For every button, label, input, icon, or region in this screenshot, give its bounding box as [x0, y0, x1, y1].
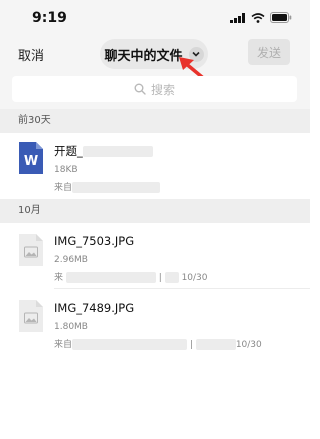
file-source-separator: | — [189, 340, 193, 350]
file-date: 10/30 — [181, 273, 208, 283]
file-source-prefix: 来自 — [54, 340, 73, 350]
send-button[interactable]: 发送 — [248, 39, 290, 65]
image-file-icon — [19, 300, 43, 332]
list-item[interactable]: W 开题_ 18KB 来自 — [0, 133, 310, 199]
redacted-text — [72, 339, 188, 350]
file-source: 来自 — [54, 180, 161, 193]
section-header-october: 10月 — [0, 199, 310, 223]
file-source-separator: | — [158, 273, 162, 283]
status-time: 9:19 — [32, 10, 67, 26]
nav-bar: 取消 聊天中的文件 发送 — [0, 34, 310, 76]
image-file-icon — [19, 234, 43, 266]
file-size: 1.80MB — [54, 322, 88, 332]
cancel-button[interactable]: 取消 — [18, 45, 44, 64]
redacted-text — [82, 146, 153, 157]
battery-icon — [270, 12, 292, 23]
file-name: IMG_7503.JPG — [54, 234, 135, 248]
redacted-text — [164, 272, 179, 283]
status-bar: 9:19 — [0, 0, 310, 34]
file-name: IMG_7489.JPG — [54, 301, 135, 315]
file-source: 来 | 10/30 — [54, 270, 208, 283]
redacted-text — [195, 339, 236, 350]
search-icon — [134, 83, 146, 95]
file-size: 18KB — [54, 165, 78, 175]
section-header-recent: 前30天 — [0, 109, 310, 133]
search-bar: 搜索 — [0, 76, 310, 109]
file-source-prefix: 来 — [54, 273, 64, 283]
search-input[interactable]: 搜索 — [12, 76, 297, 102]
nav-title-label: 聊天中的文件 — [104, 48, 183, 64]
word-doc-icon: W — [19, 142, 43, 174]
file-name-text: 开题_ — [54, 144, 83, 158]
status-icons — [230, 12, 292, 23]
search-placeholder: 搜索 — [150, 82, 175, 97]
file-name: 开题_ — [54, 143, 153, 159]
file-source: 来自 | 10/30 — [54, 337, 262, 350]
redacted-text — [72, 182, 161, 193]
svg-text:W: W — [24, 154, 38, 169]
wifi-icon — [251, 12, 265, 23]
file-source-prefix: 来自 — [54, 183, 73, 193]
file-size: 2.96MB — [54, 255, 88, 265]
signal-icon — [230, 12, 245, 23]
file-date: 10/30 — [235, 340, 262, 350]
redacted-text — [65, 272, 156, 283]
list-item[interactable]: IMG_7489.JPG 1.80MB 来自 | 10/30 — [0, 289, 310, 355]
list-item[interactable]: IMG_7503.JPG 2.96MB 来 | 10/30 — [0, 223, 310, 289]
